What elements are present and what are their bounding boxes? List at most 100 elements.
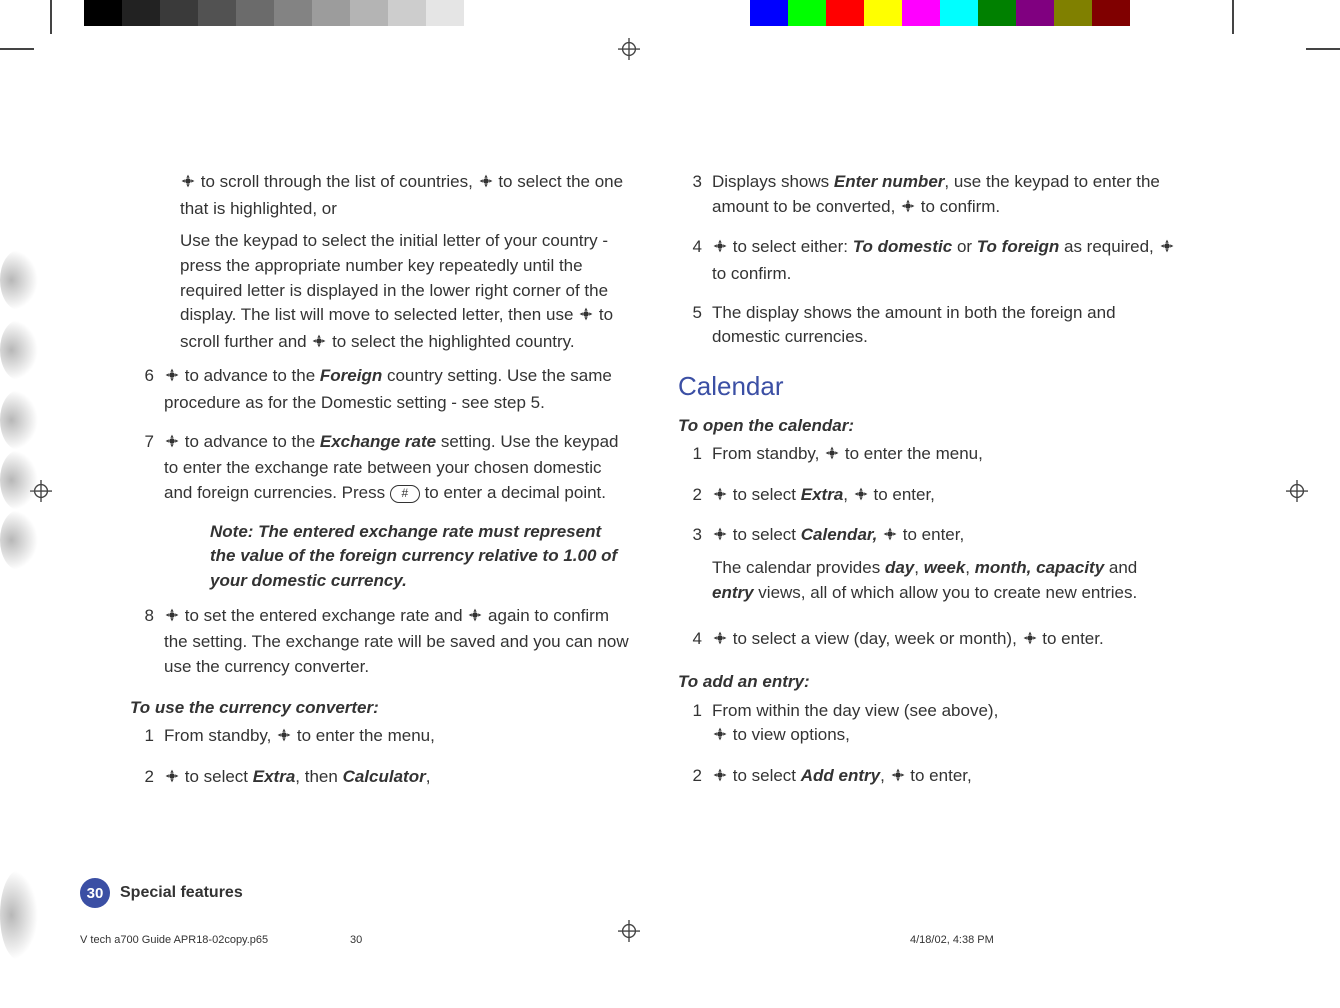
nav-icon (824, 444, 840, 469)
nav-icon (853, 485, 869, 510)
text: to enter, (898, 525, 964, 544)
step-number: 5 (686, 301, 712, 358)
emphasis: month, capacity (975, 558, 1104, 577)
text: , (843, 485, 852, 504)
edge-artifact (0, 390, 38, 450)
page-number-small: 30 (350, 934, 362, 946)
text: to enter the menu, (292, 726, 435, 745)
text: to select a view (day, week or month), (728, 629, 1022, 648)
heading-calendar: Calendar (678, 368, 1178, 406)
text: , then (295, 767, 342, 786)
right-column: 3 Displays shows Enter number, use the k… (678, 170, 1178, 805)
emphasis: Foreign (320, 366, 382, 385)
emphasis: entry (712, 583, 754, 602)
source-file: V tech a700 Guide APR18-02copy.p65 (80, 934, 268, 946)
step-number: 4 (686, 627, 712, 662)
nav-icon (712, 725, 728, 750)
text: to enter, (869, 485, 935, 504)
emphasis: week (924, 558, 966, 577)
step-number: 2 (138, 765, 164, 800)
step-number: 1 (686, 699, 712, 758)
emphasis: Enter number (834, 172, 945, 191)
crop-mark (50, 0, 52, 34)
nav-icon (164, 767, 180, 792)
nav-icon (712, 237, 728, 262)
step-number: 3 (686, 170, 712, 229)
step-number: 2 (686, 764, 712, 799)
text: to select either: (728, 237, 853, 256)
page-number-badge: 30 (80, 878, 110, 908)
nav-icon (311, 332, 327, 357)
text: , (914, 558, 923, 577)
text: to confirm. (712, 264, 791, 283)
text: and (1104, 558, 1137, 577)
nav-icon (712, 629, 728, 654)
grayscale-bar (84, 0, 502, 26)
nav-icon (578, 305, 594, 330)
emphasis: Extra (801, 485, 844, 504)
emphasis: Add entry (801, 766, 880, 785)
text: to confirm. (916, 197, 1000, 216)
emphasis: Exchange rate (320, 432, 436, 451)
nav-icon (712, 525, 728, 550)
section-title: Special features (120, 884, 243, 902)
nav-icon (164, 606, 180, 631)
text: to advance to the (180, 432, 320, 451)
nav-icon (1159, 237, 1175, 262)
text: , (426, 767, 431, 786)
text: to select (180, 767, 253, 786)
color-bar (750, 0, 1130, 26)
nav-icon (180, 172, 196, 197)
edge-artifact (0, 870, 38, 960)
text: to view options, (728, 725, 850, 744)
crop-mark (0, 48, 34, 50)
text: to enter the menu, (840, 444, 983, 463)
text: to select (728, 485, 801, 504)
step-number: 2 (686, 483, 712, 518)
nav-icon (467, 606, 483, 631)
left-column: to scroll through the list of countries,… (130, 170, 630, 805)
emphasis: day (885, 558, 914, 577)
nav-icon (712, 485, 728, 510)
step-number: 8 (138, 604, 164, 688)
text: views, all of which allow you to create … (754, 583, 1138, 602)
emphasis: Extra (253, 767, 296, 786)
subheading: To open the calendar: (678, 414, 1178, 439)
nav-icon (712, 766, 728, 791)
text: , (965, 558, 974, 577)
nav-icon (1022, 629, 1038, 654)
edge-artifact (0, 450, 38, 510)
text: to enter, (906, 766, 972, 785)
note: Note: The entered exchange rate must rep… (180, 520, 630, 594)
text: as required, (1059, 237, 1158, 256)
crop-mark (1306, 48, 1340, 50)
text: From standby, (164, 726, 276, 745)
step-number: 7 (138, 430, 164, 514)
nav-icon (164, 366, 180, 391)
text: to enter a decimal point. (420, 483, 606, 502)
subheading: To add an entry: (678, 670, 1178, 695)
step-number: 3 (686, 523, 712, 621)
registration-mark (618, 920, 640, 942)
emphasis: To foreign (977, 237, 1059, 256)
page-footer: 30 Special features (80, 878, 243, 908)
edge-artifact (0, 320, 38, 380)
text: The calendar provides (712, 558, 885, 577)
emphasis: Calendar, (801, 525, 878, 544)
text: to set the entered exchange rate and (180, 606, 467, 625)
nav-icon (900, 197, 916, 222)
text: to advance to the (180, 366, 320, 385)
text: to select the highlighted country. (327, 332, 574, 351)
edge-artifact (0, 510, 38, 570)
step-number: 6 (138, 364, 164, 423)
text: The display shows the amount in both the… (712, 301, 1178, 350)
nav-icon (882, 525, 898, 550)
text: or (952, 237, 977, 256)
nav-icon (890, 766, 906, 791)
body-text: to scroll through the list of countries,… (130, 170, 1180, 805)
nav-icon (276, 726, 292, 751)
step-number: 4 (686, 235, 712, 294)
text: Displays shows (712, 172, 834, 191)
edge-artifact (0, 250, 38, 310)
step-number: 1 (138, 724, 164, 759)
